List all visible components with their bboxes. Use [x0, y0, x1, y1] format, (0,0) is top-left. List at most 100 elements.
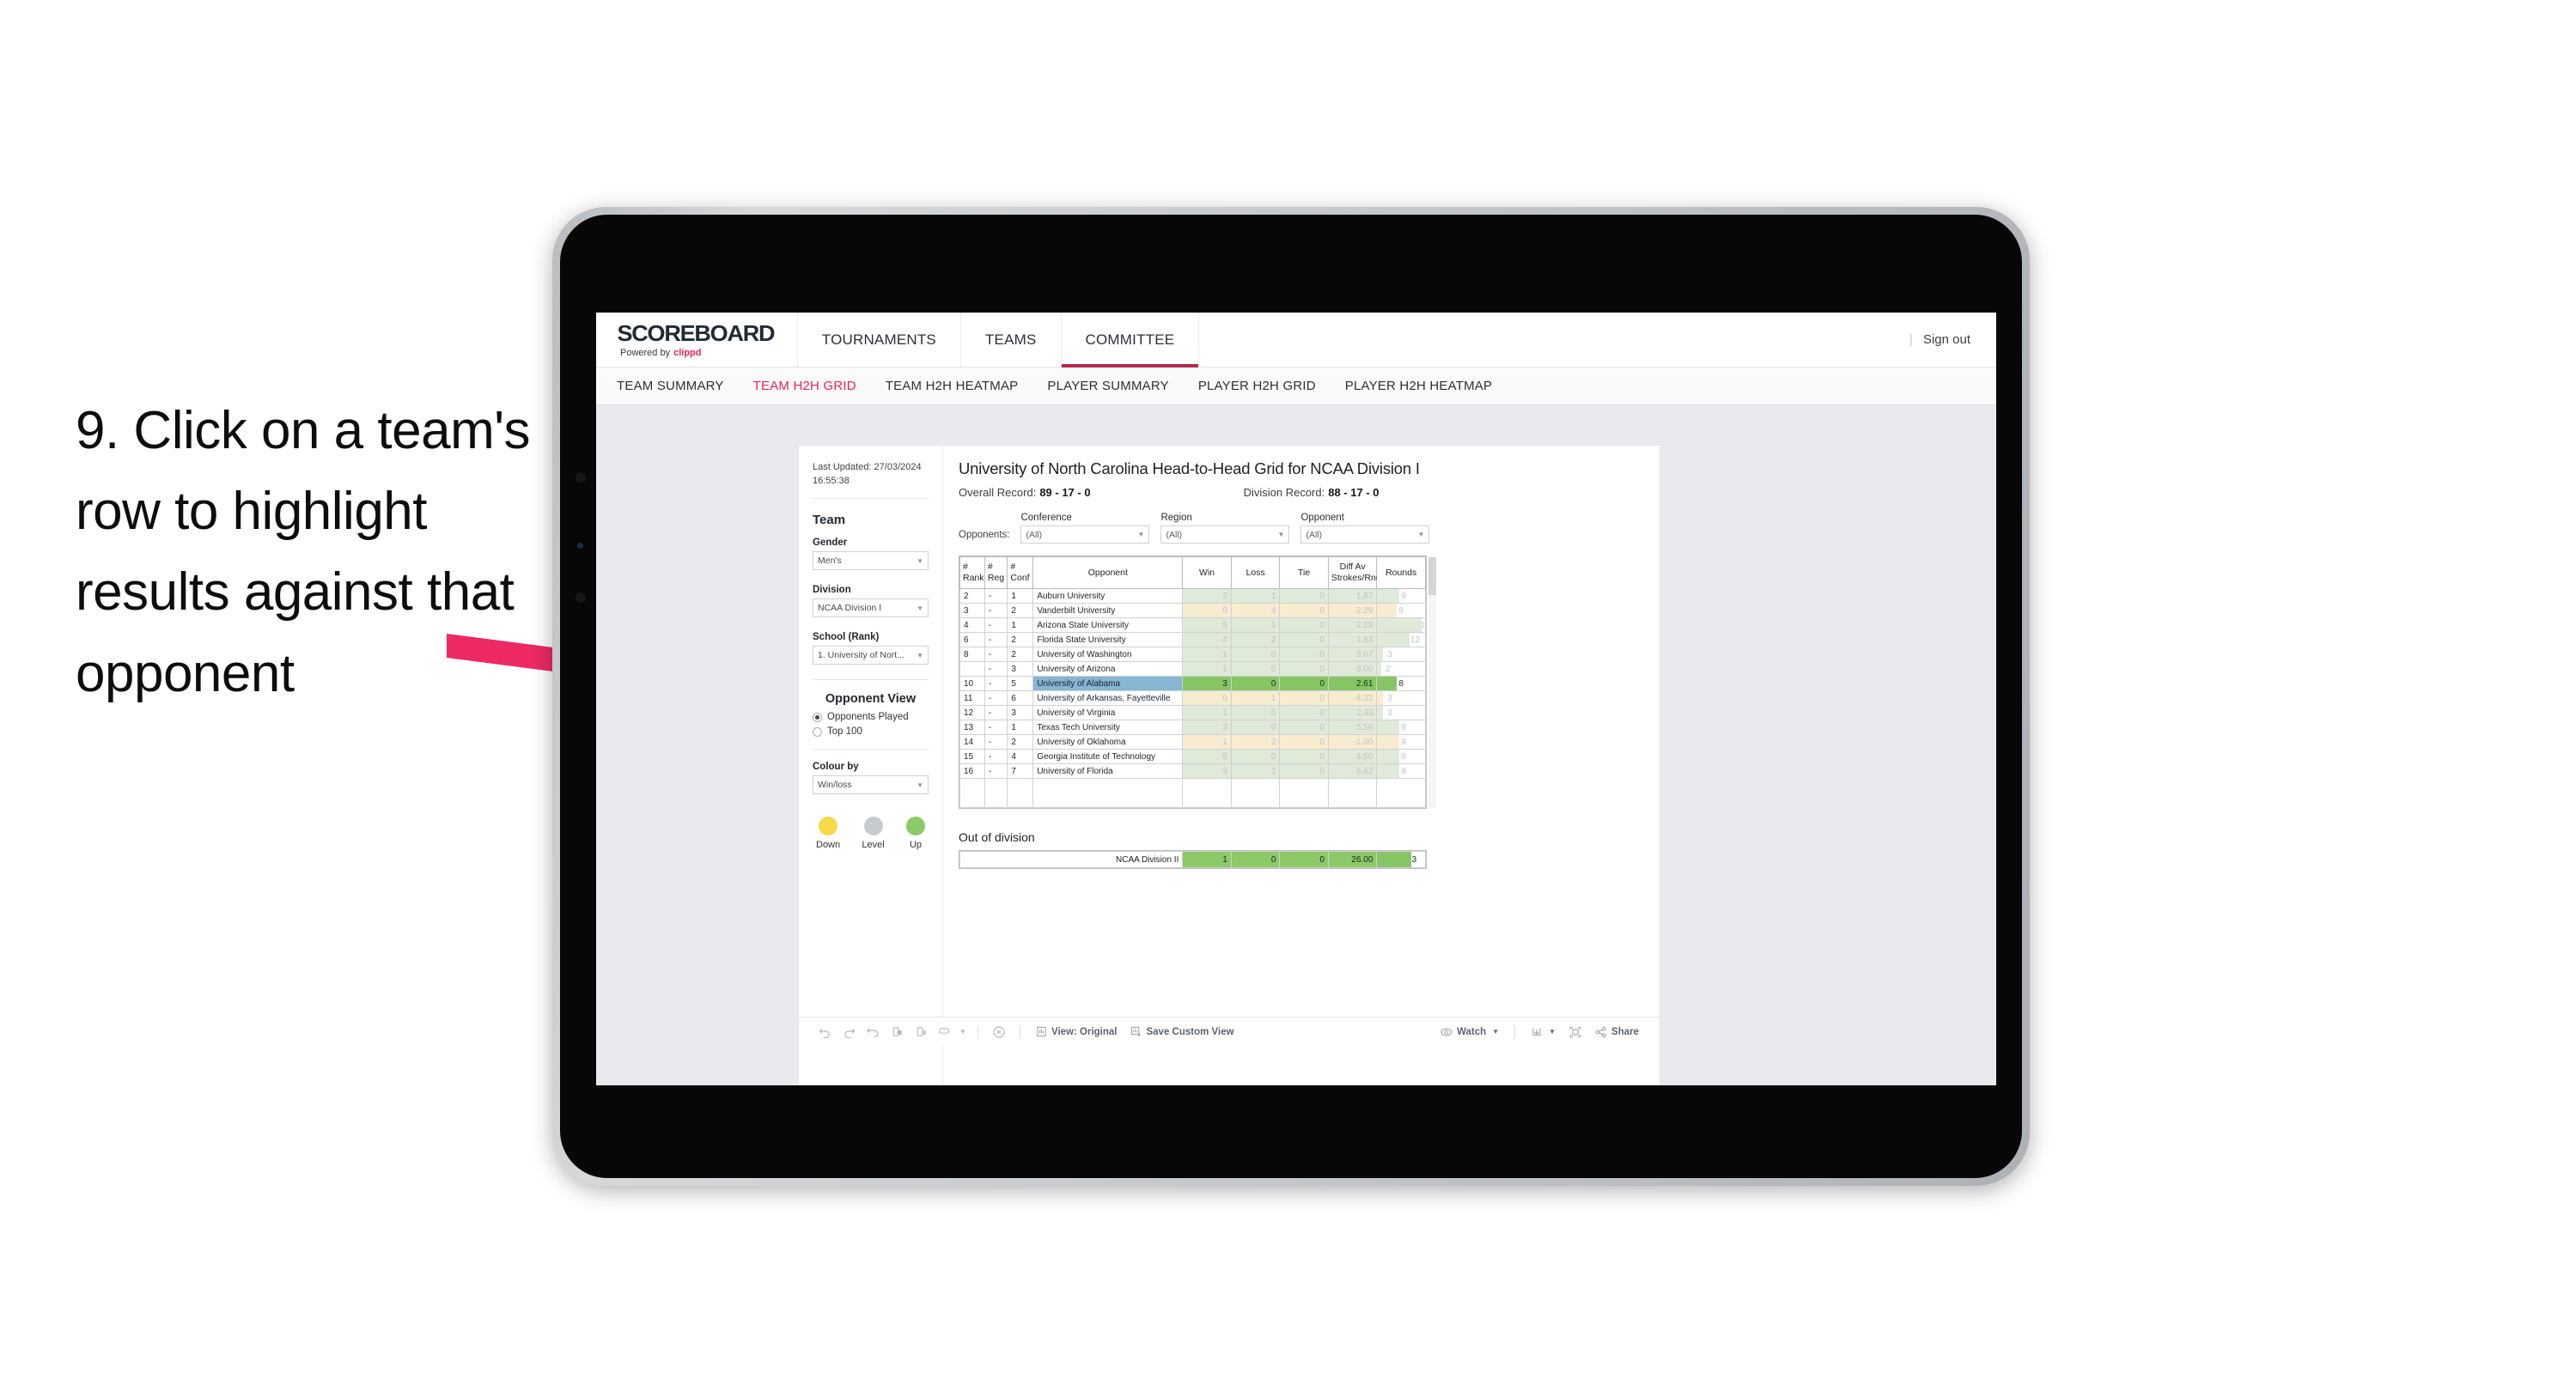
- cell-conf: 2: [1007, 647, 1034, 663]
- filter-opponent-select[interactable]: (All) ▼: [1300, 525, 1430, 544]
- cell-tie: 0: [1279, 632, 1329, 648]
- col-rank-text: Rank: [963, 573, 984, 584]
- table-row[interactable]: 4-1Arizona State University5102.2817: [959, 617, 1426, 634]
- cell-opponent: Vanderbilt University: [1032, 603, 1184, 619]
- rounds-bar: [1377, 852, 1412, 868]
- undo-icon[interactable]: [813, 1021, 837, 1043]
- filler-cell: [1230, 778, 1281, 809]
- col-diff-line2: Strokes/Rnd: [1331, 573, 1381, 584]
- gender-label: Gender: [813, 538, 848, 549]
- top-nav-teams[interactable]: TEAMS: [961, 313, 1062, 367]
- school-select[interactable]: 1. University of Nort... ▼: [813, 646, 929, 665]
- cell-reg: -: [984, 763, 1008, 780]
- cell-conf: 5: [1007, 676, 1034, 692]
- division-select[interactable]: NCAA Division I ▼: [813, 598, 929, 618]
- table-row[interactable]: 12-3 University of Virginia 1 0 0 2.33 3: [959, 705, 1426, 721]
- sub-nav-team-summary[interactable]: TEAM SUMMARY: [617, 379, 724, 393]
- h2h-table-container: # Rank # Reg # Conf Opponent Win Loss Ti…: [959, 556, 1436, 810]
- table-row[interactable]: 10-5 University of Alabama 3 0 0 2.61 8: [959, 676, 1426, 692]
- fullscreen-button[interactable]: [1562, 1021, 1588, 1043]
- chevron-down-icon[interactable]: ▼: [957, 1021, 969, 1043]
- cell-diff: 2.28: [1327, 617, 1378, 634]
- cell-rank: 14: [959, 734, 985, 750]
- radio-opponents-played[interactable]: Opponents Played: [813, 712, 929, 722]
- cell-tie: 0: [1279, 588, 1329, 604]
- chevron-down-icon: ▼: [1417, 531, 1425, 538]
- rounds-bar: [1377, 604, 1397, 617]
- cell-rounds-value: 17: [1420, 620, 1426, 630]
- cell-tie: 0: [1279, 676, 1329, 692]
- col-reg: # Reg: [984, 556, 1008, 590]
- cell-win: 0: [1182, 603, 1232, 619]
- cell-rounds: 3: [1376, 647, 1426, 663]
- ood-loss: 0: [1230, 851, 1281, 869]
- col-reg-hash: #: [987, 562, 993, 572]
- cell-rounds-value: 12: [1410, 635, 1420, 645]
- filters-sidebar: Last Updated: 27/03/2024 16:55:38 Team G…: [799, 446, 943, 1085]
- filler-cell: [1279, 778, 1329, 809]
- chevron-down-icon: ▼: [1549, 1028, 1556, 1036]
- school-label: School (Rank): [813, 632, 880, 643]
- alert-icon[interactable]: [987, 1021, 1011, 1043]
- filter-region: Region (All) ▼: [1160, 513, 1290, 544]
- table-row[interactable]: 14-2 University of Oklahoma 1 2 0 -1.00 9: [959, 734, 1426, 750]
- cell-rounds-value: 3: [1387, 708, 1392, 718]
- ood-name: NCAA Division II: [959, 851, 1184, 869]
- division-record-value: 88 - 17 - 0: [1328, 486, 1379, 499]
- share-button[interactable]: Share: [1588, 1021, 1646, 1043]
- redo-icon[interactable]: [837, 1021, 861, 1043]
- legend-label-up: Up: [909, 840, 923, 851]
- cell-rounds: 2: [1376, 661, 1426, 677]
- filter-conference-select[interactable]: (All) ▼: [1020, 525, 1150, 544]
- pause-icon[interactable]: [885, 1021, 909, 1043]
- cell-rounds-value: 9: [1401, 722, 1406, 732]
- table-row[interactable]: NCAA Division II 1 0 0 26.00 3: [959, 851, 1426, 869]
- view-original-button[interactable]: View: Original: [1029, 1021, 1124, 1043]
- colour-by-select[interactable]: Win/loss ▼: [813, 775, 929, 795]
- sign-out-link[interactable]: Sign out: [1923, 332, 1970, 347]
- watch-button[interactable]: Watch ▼: [1434, 1021, 1506, 1043]
- table-row[interactable]: 6-2 Florida State University 4 2 0 1.83 12: [959, 632, 1426, 648]
- cell-diff: 1.83: [1327, 632, 1378, 648]
- cell-loss: 4: [1230, 603, 1281, 619]
- rounds-bar: [1377, 691, 1384, 705]
- download-button[interactable]: ▼: [1524, 1021, 1562, 1043]
- revert-icon[interactable]: [861, 1021, 885, 1043]
- sub-nav-player-summary[interactable]: PLAYER SUMMARY: [1047, 379, 1168, 393]
- filters-lead-label: Opponents:: [959, 530, 1010, 540]
- cell-diff: 3.67: [1327, 647, 1378, 663]
- save-custom-view-label: Save Custom View: [1146, 1026, 1234, 1037]
- top-nav-tournaments[interactable]: TOURNAMENTS: [798, 313, 961, 367]
- sub-nav-player-h2h-heatmap[interactable]: PLAYER H2H HEATMAP: [1345, 379, 1492, 393]
- cell-reg: -: [984, 749, 1008, 765]
- cell-loss: 0: [1230, 705, 1281, 721]
- filter-region-select[interactable]: (All) ▼: [1160, 525, 1290, 544]
- radio-top-100[interactable]: Top 100: [813, 726, 929, 737]
- cell-rounds: 9: [1376, 763, 1426, 780]
- cell-diff: 1.67: [1327, 588, 1378, 604]
- radio-opponents-played-label: Opponents Played: [827, 712, 909, 723]
- table-row[interactable]: 15-4 Georgia Institute of Technology 5 0 0 4.…: [959, 749, 1426, 765]
- table-row[interactable]: 3-2 Vanderbilt University 0 4 0 -2.29 8: [959, 603, 1426, 619]
- table-row[interactable]: 16-7 University of Florida 3 1 0 6.62 9: [959, 763, 1426, 780]
- top-nav-committee[interactable]: COMMITTEE: [1061, 313, 1200, 368]
- table-row[interactable]: 8-2 University of Washington 1 0 0 3.67 3: [959, 647, 1426, 663]
- table-row[interactable]: 11-6 University of Arkansas, Fayetteville…: [959, 690, 1426, 707]
- filler-cell: [1007, 778, 1034, 809]
- refresh-icon[interactable]: [933, 1021, 957, 1043]
- tablet-screen: SCOREBOARD Powered by clippd TOURNAMENTS…: [560, 215, 2022, 1178]
- table-scrollbar-thumb[interactable]: [1428, 557, 1436, 595]
- save-custom-view-button[interactable]: Save Custom View: [1124, 1021, 1240, 1043]
- cell-reg: -: [984, 617, 1008, 634]
- resume-icon[interactable]: [909, 1021, 933, 1043]
- sub-nav-player-h2h-grid[interactable]: PLAYER H2H GRID: [1198, 379, 1316, 393]
- cell-rank: 11: [959, 690, 985, 707]
- table-row[interactable]: 2-1 Auburn University 2 1 0 1.67 9: [959, 588, 1426, 604]
- table-row[interactable]: 13-1 Texas Tech University 3 0 0 5.56 9: [959, 720, 1426, 736]
- table-row[interactable]: -3 University of Arizona 1 0 0 9.00 2: [959, 661, 1426, 677]
- table-scrollbar[interactable]: [1428, 556, 1436, 809]
- sub-nav-team-h2h-grid[interactable]: TEAM H2H GRID: [753, 379, 856, 393]
- overall-record-value: 89 - 17 - 0: [1039, 486, 1091, 499]
- gender-select[interactable]: Men's ▼: [813, 551, 929, 571]
- sub-nav-team-h2h-heatmap[interactable]: TEAM H2H HEATMAP: [886, 379, 1019, 393]
